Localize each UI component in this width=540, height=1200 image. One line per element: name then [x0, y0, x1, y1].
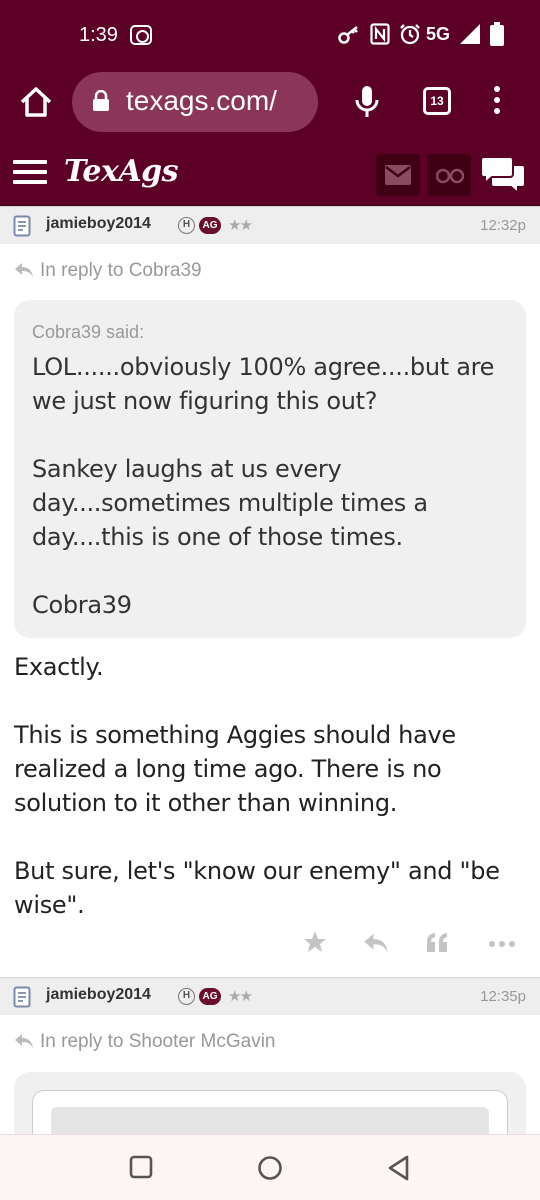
messages-button[interactable] — [376, 154, 420, 196]
back-icon[interactable] — [387, 1155, 411, 1181]
screen-record-icon — [130, 25, 152, 45]
battery-icon — [490, 22, 504, 46]
binoculars-icon — [436, 168, 464, 184]
user-stars: ★★ — [228, 987, 253, 1005]
quote-author[interactable]: Cobra39 said: — [32, 322, 144, 343]
site-header: TexAgs — [0, 138, 540, 206]
badge-ag: AG — [199, 988, 221, 1005]
post-username[interactable]: jamieboy2014 — [46, 986, 151, 1004]
watchlist-button[interactable] — [427, 154, 471, 196]
post-actions — [0, 930, 540, 962]
site-logo[interactable]: TexAgs — [64, 154, 179, 189]
document-icon — [13, 986, 31, 1008]
status-icons: 5G — [337, 22, 504, 46]
address-bar[interactable]: texags.com/ — [72, 72, 318, 132]
overflow-menu-icon[interactable] — [492, 86, 502, 118]
more-options-icon[interactable] — [488, 940, 516, 948]
network-type: 5G — [425, 23, 450, 44]
badge-h: H — [178, 988, 195, 1005]
system-nav-bar — [0, 1134, 540, 1200]
home-nav-icon[interactable] — [257, 1155, 283, 1181]
post-header: jamieboy2014 H AG ★★ 12:35p — [0, 977, 540, 1015]
quote-icon[interactable] — [425, 932, 449, 954]
quote-block: Cobra39 said: LOL......obviously 100% ag… — [14, 300, 526, 638]
microphone-icon[interactable] — [354, 84, 380, 120]
key-icon — [338, 26, 358, 44]
reply-to-link[interactable]: In reply to Cobra39 — [14, 260, 202, 282]
reply-arrow-icon — [15, 263, 33, 277]
recents-icon[interactable] — [129, 1155, 153, 1179]
reply-icon[interactable] — [363, 932, 389, 954]
hamburger-menu-icon[interactable] — [13, 160, 47, 186]
nfc-icon — [370, 23, 390, 45]
document-icon — [13, 215, 31, 237]
browser-toolbar: texags.com/ 13 — [0, 68, 540, 138]
quote-text: LOL......obviously 100% agree....but are… — [32, 353, 495, 619]
mail-icon — [385, 165, 411, 185]
chat-icon[interactable] — [480, 155, 526, 195]
post-header: jamieboy2014 H AG ★★ 12:32p — [0, 206, 540, 244]
reply-to-link[interactable]: In reply to Shooter McGavin — [14, 1031, 276, 1053]
home-icon[interactable] — [18, 84, 54, 120]
status-time: 1:39 — [79, 24, 118, 46]
lock-icon — [93, 90, 109, 111]
post-time: 12:35p — [480, 988, 526, 1005]
post-time: 12:32p — [480, 217, 526, 234]
status-bar: 1:39 5G — [0, 0, 540, 68]
reply-to-text: In reply to Shooter McGavin — [40, 1031, 276, 1052]
tab-switcher-button[interactable]: 13 — [423, 87, 451, 115]
badge-h: H — [178, 217, 195, 234]
star-icon[interactable] — [303, 930, 327, 954]
reply-arrow-icon — [15, 1034, 33, 1048]
post-username[interactable]: jamieboy2014 — [46, 215, 151, 233]
post-body: Exactly. This is something Aggies should… — [14, 653, 500, 919]
url-text: texags.com/ — [126, 85, 277, 116]
user-stars: ★★ — [228, 216, 253, 234]
badge-ag: AG — [199, 217, 221, 234]
alarm-icon — [400, 24, 420, 45]
reply-to-text: In reply to Cobra39 — [40, 260, 202, 281]
signal-icon — [460, 24, 480, 44]
